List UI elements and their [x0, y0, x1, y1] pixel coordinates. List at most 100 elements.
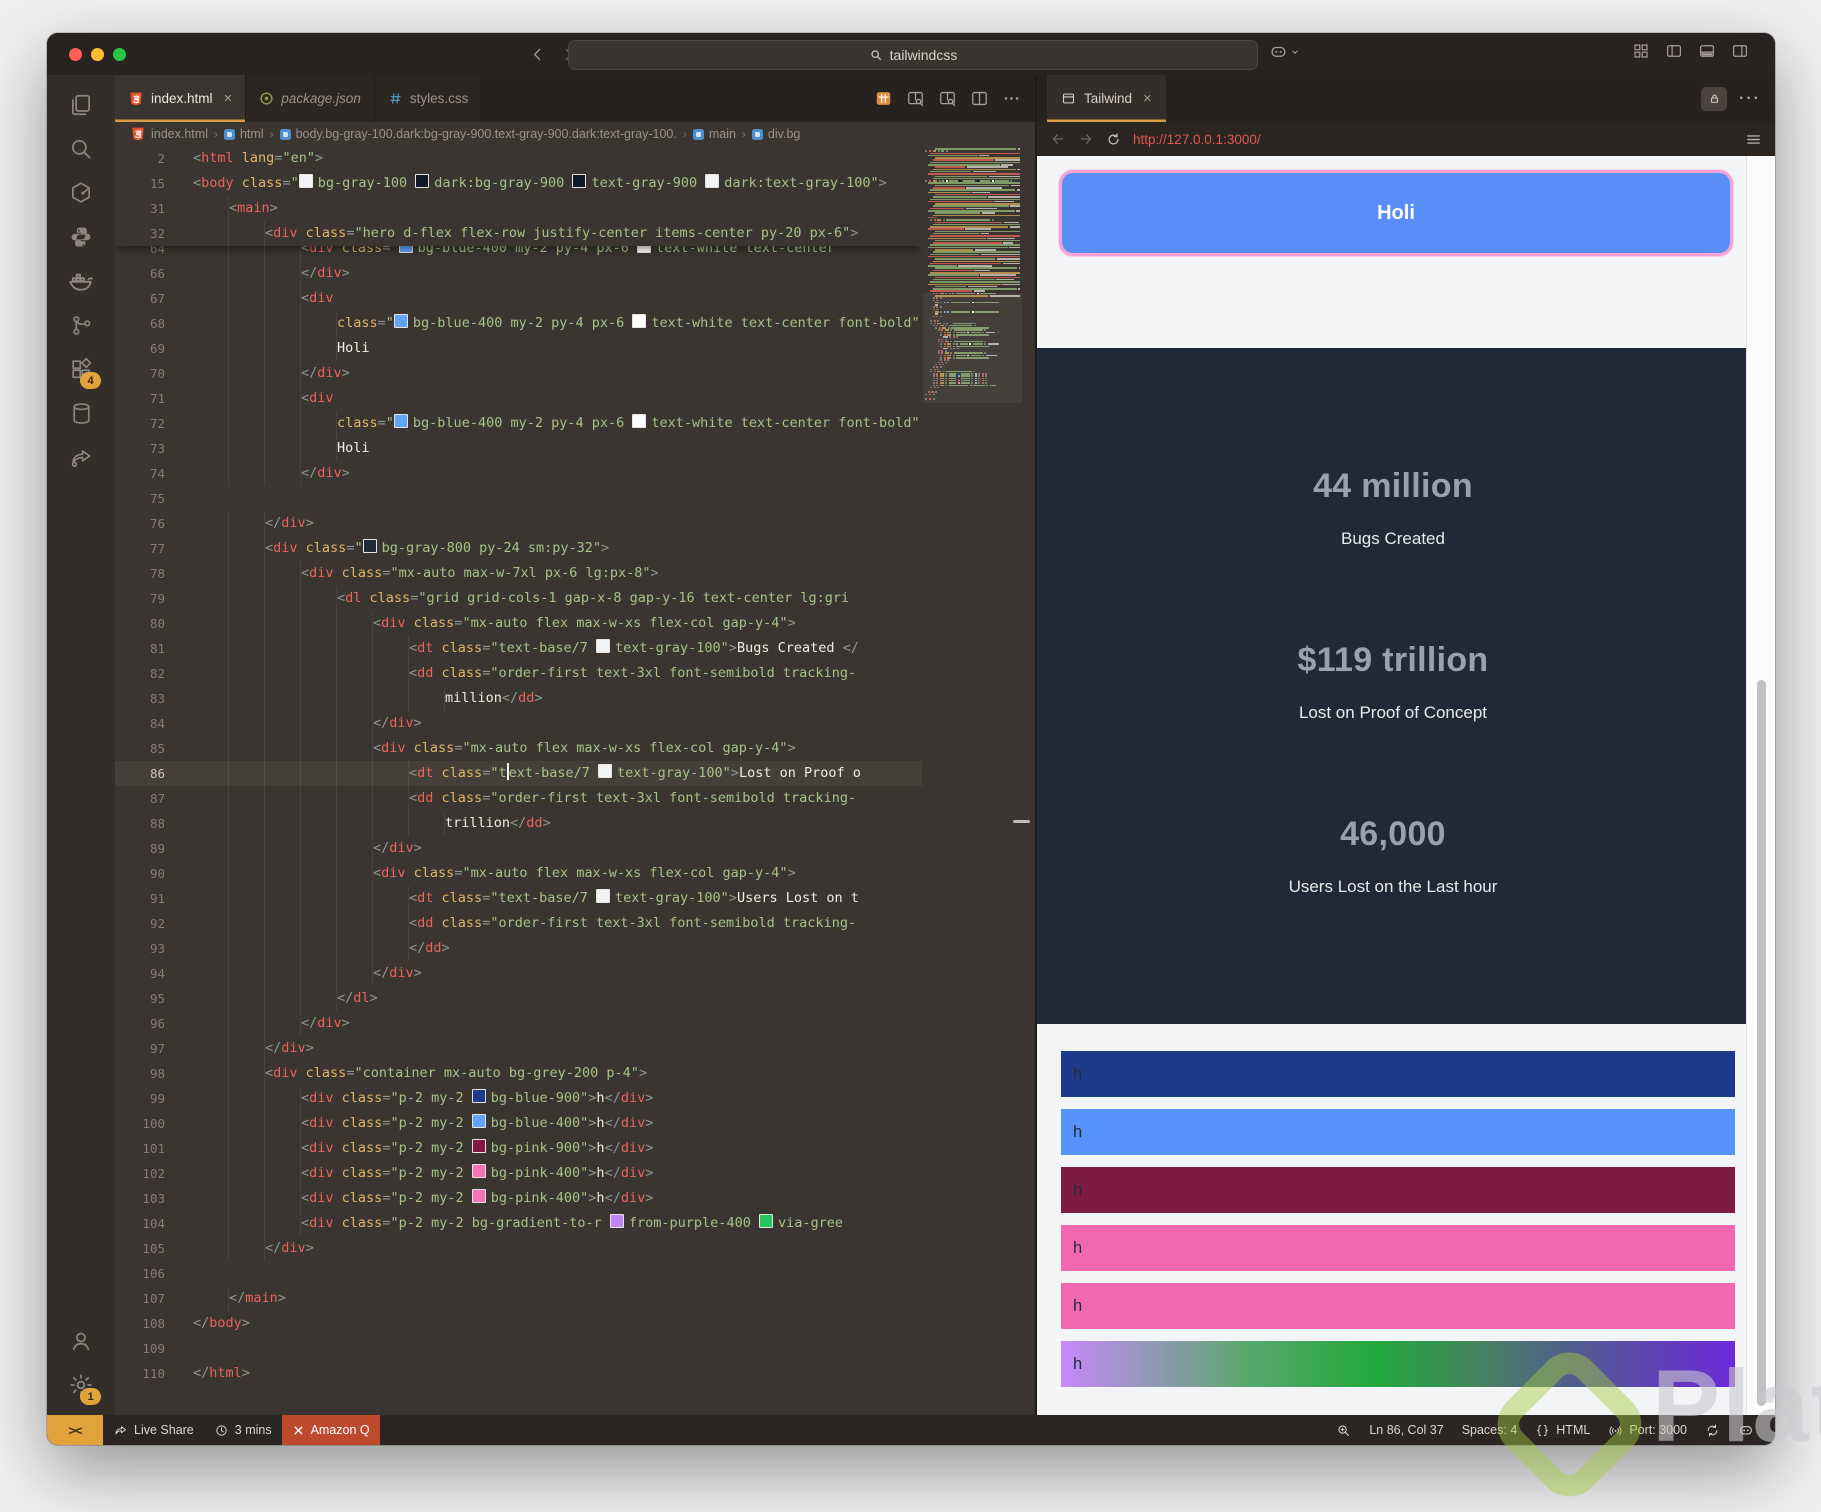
code-line-82[interactable]: 82 <dd class="order-first text-3xl font-s… — [115, 661, 922, 686]
code-line-110[interactable]: 110 </html> — [115, 1361, 922, 1386]
zoom-window-button[interactable] — [113, 48, 126, 61]
code-line-106[interactable]: 106 — [115, 1261, 922, 1286]
copilot-menu-button[interactable] — [1269, 42, 1300, 61]
activity-docker-button[interactable] — [59, 259, 103, 303]
activity-explorer-button[interactable] — [59, 83, 103, 127]
activity-database-button[interactable] — [59, 391, 103, 435]
code-line-31[interactable]: 31 <main> — [115, 196, 922, 221]
code-line-99[interactable]: 99 <div class="p-2 my-2 bg-blue-900">h</d… — [115, 1086, 922, 1111]
browser-preview-icon[interactable] — [874, 89, 893, 108]
close-icon[interactable]: × — [1143, 90, 1152, 107]
activity-hexagon-button[interactable] — [59, 171, 103, 215]
preview-back-icon[interactable] — [1050, 131, 1066, 147]
grid-icon[interactable] — [1632, 42, 1650, 60]
code-line-90[interactable]: 90 <div class="mx-auto flex max-w-xs flex… — [115, 861, 922, 886]
code-line-72[interactable]: 72 class=" bg-blue-400 my-2 py-4 px-6 text… — [115, 411, 922, 436]
tab-index.html[interactable]: index.html × — [115, 75, 247, 122]
preview-forward-icon[interactable] — [1078, 131, 1094, 147]
close-icon[interactable]: × — [224, 90, 233, 107]
code-line-73[interactable]: 73 Holi — [115, 436, 922, 461]
code-line-102[interactable]: 102 <div class="p-2 my-2 bg-pink-400">h</… — [115, 1161, 922, 1186]
activity-account-button[interactable] — [59, 1319, 103, 1363]
code-line-92[interactable]: 92 <dd class="order-first text-3xl font-s… — [115, 911, 922, 936]
code-line-85[interactable]: 85 <div class="mx-auto flex max-w-xs flex… — [115, 736, 922, 761]
preview-url-input[interactable]: http://127.0.0.1:3000/ — [1133, 132, 1733, 147]
code-line-96[interactable]: 96 </div> — [115, 1011, 922, 1036]
code-line-2[interactable]: 2 <html lang="en"> — [115, 146, 922, 171]
code-line-64[interactable]: 64 <div class=" bg-blue-400 my-2 py-4 px-6… — [115, 246, 922, 261]
split-editor-icon[interactable] — [970, 89, 989, 108]
code-line-77[interactable]: 77 <div class=" bg-gray-800 py-24 sm:py-32… — [115, 536, 922, 561]
activity-search-button[interactable] — [59, 127, 103, 171]
code-line-95[interactable]: 95 </dl> — [115, 986, 922, 1011]
holi-button[interactable]: Holi — [1059, 170, 1733, 256]
code-line-15[interactable]: 15 <body class=" bg-gray-100 dark:bg-gray-… — [115, 171, 922, 196]
status-copilot[interactable] — [1729, 1415, 1763, 1445]
breadcrumb-item[interactable]: html — [223, 127, 264, 141]
status-port-3000[interactable]: Port: 3000 — [1599, 1415, 1696, 1445]
reload-icon[interactable] — [1106, 132, 1121, 147]
code-line-86[interactable]: 86 <dt class="t ext-base/7 text-gray-100">… — [115, 761, 922, 786]
tab-package.json[interactable]: package.json — [246, 75, 375, 122]
code-line-74[interactable]: 74 </div> — [115, 461, 922, 486]
status-3-mins[interactable]: 3 mins — [204, 1415, 282, 1445]
command-search-input[interactable]: tailwindcss — [568, 40, 1258, 70]
preview-scrollbar[interactable] — [1746, 156, 1775, 1415]
code-line-88[interactable]: 88 trillion</dd> — [115, 811, 922, 836]
code-line-84[interactable]: 84 </div> — [115, 711, 922, 736]
status-zoom-plus[interactable] — [1327, 1415, 1360, 1445]
history-back-icon[interactable] — [524, 41, 550, 67]
code-line-78[interactable]: 78 <div class="mx-auto max-w-7xl px-6 lg:… — [115, 561, 922, 586]
code-line-83[interactable]: 83 million</dd> — [115, 686, 922, 711]
breadcrumb[interactable]: index.html › html › body.bg-gray-100.dark:bg… — [115, 122, 1035, 146]
more-actions-icon[interactable]: ··· — [1739, 90, 1761, 108]
code-line-103[interactable]: 103 <div class="p-2 my-2 bg-pink-400">h</… — [115, 1186, 922, 1211]
activity-python-button[interactable] — [59, 215, 103, 259]
split-search-icon[interactable] — [938, 89, 957, 108]
code-line-87[interactable]: 87 <dd class="order-first text-3xl font-s… — [115, 786, 922, 811]
code-line-67[interactable]: 67 <div — [115, 286, 922, 311]
code-line-32[interactable]: 32 <div class="hero d-flex flex-row justi… — [115, 221, 922, 246]
code-line-91[interactable]: 91 <dt class="text-base/7 text-gray-100">… — [115, 886, 922, 911]
status-live-share[interactable]: Live Share — [103, 1415, 204, 1445]
code-line-100[interactable]: 100 <div class="p-2 my-2 bg-blue-400">h</… — [115, 1111, 922, 1136]
minimize-window-button[interactable] — [91, 48, 104, 61]
sidebar-right-icon[interactable] — [1731, 42, 1749, 60]
split-search-icon[interactable] — [906, 89, 925, 108]
status-ln-86-col-37[interactable]: Ln 86, Col 37 — [1360, 1415, 1452, 1445]
activity-extensions-button[interactable]: 4 — [59, 347, 103, 391]
code-line-93[interactable]: 93 </dd> — [115, 936, 922, 961]
activity-settings-button[interactable]: 1 — [59, 1363, 103, 1407]
breadcrumb-item[interactable]: index.html — [130, 126, 208, 142]
code-line-80[interactable]: 80 <div class="mx-auto flex max-w-xs flex… — [115, 611, 922, 636]
code-line-107[interactable]: 107 </main> — [115, 1286, 922, 1311]
code-line-71[interactable]: 71 <div — [115, 386, 922, 411]
code-line-69[interactable]: 69 Holi — [115, 336, 922, 361]
code-line-97[interactable]: 97 </div> — [115, 1036, 922, 1061]
code-line-89[interactable]: 89 </div> — [115, 836, 922, 861]
code-line-109[interactable]: 109 — [115, 1336, 922, 1361]
pane-resize-handle[interactable] — [1013, 820, 1030, 823]
minimap-slider[interactable] — [923, 293, 1022, 403]
code-line-104[interactable]: 104 <div class="p-2 my-2 bg-gradient-to-r… — [115, 1211, 922, 1236]
status-amazon-q[interactable]: Amazon Q — [281, 1415, 380, 1445]
breadcrumb-item[interactable]: body.bg-gray-100.dark:bg-gray-900.text-g… — [279, 127, 677, 141]
code-editor[interactable]: 2 <html lang="en"> 15 <body class=" bg-gray-… — [115, 146, 922, 1415]
activity-share-button[interactable] — [59, 435, 103, 479]
code-line-70[interactable]: 70 </div> — [115, 361, 922, 386]
scrollbar-thumb[interactable] — [1757, 680, 1766, 1406]
status-html[interactable]: HTML — [1526, 1415, 1599, 1445]
code-line-75[interactable]: 75 — [115, 486, 922, 511]
code-line-105[interactable]: 105 </div> — [115, 1236, 922, 1261]
code-line-66[interactable]: 66 </div> — [115, 261, 922, 286]
breadcrumb-item[interactable]: main — [692, 127, 736, 141]
close-window-button[interactable] — [69, 48, 82, 61]
code-line-79[interactable]: 79 <dl class="grid grid-cols-1 gap-x-8 ga… — [115, 586, 922, 611]
breadcrumb-item[interactable]: div.bg — [751, 127, 800, 141]
tab-tailwind[interactable]: Tailwind × — [1047, 75, 1166, 122]
status-spaces-4[interactable]: Spaces: 4 — [1453, 1415, 1527, 1445]
code-line-94[interactable]: 94 </div> — [115, 961, 922, 986]
activity-source-control-button[interactable] — [59, 303, 103, 347]
code-line-68[interactable]: 68 class=" bg-blue-400 my-2 py-4 px-6 text… — [115, 311, 922, 336]
code-line-76[interactable]: 76 </div> — [115, 511, 922, 536]
